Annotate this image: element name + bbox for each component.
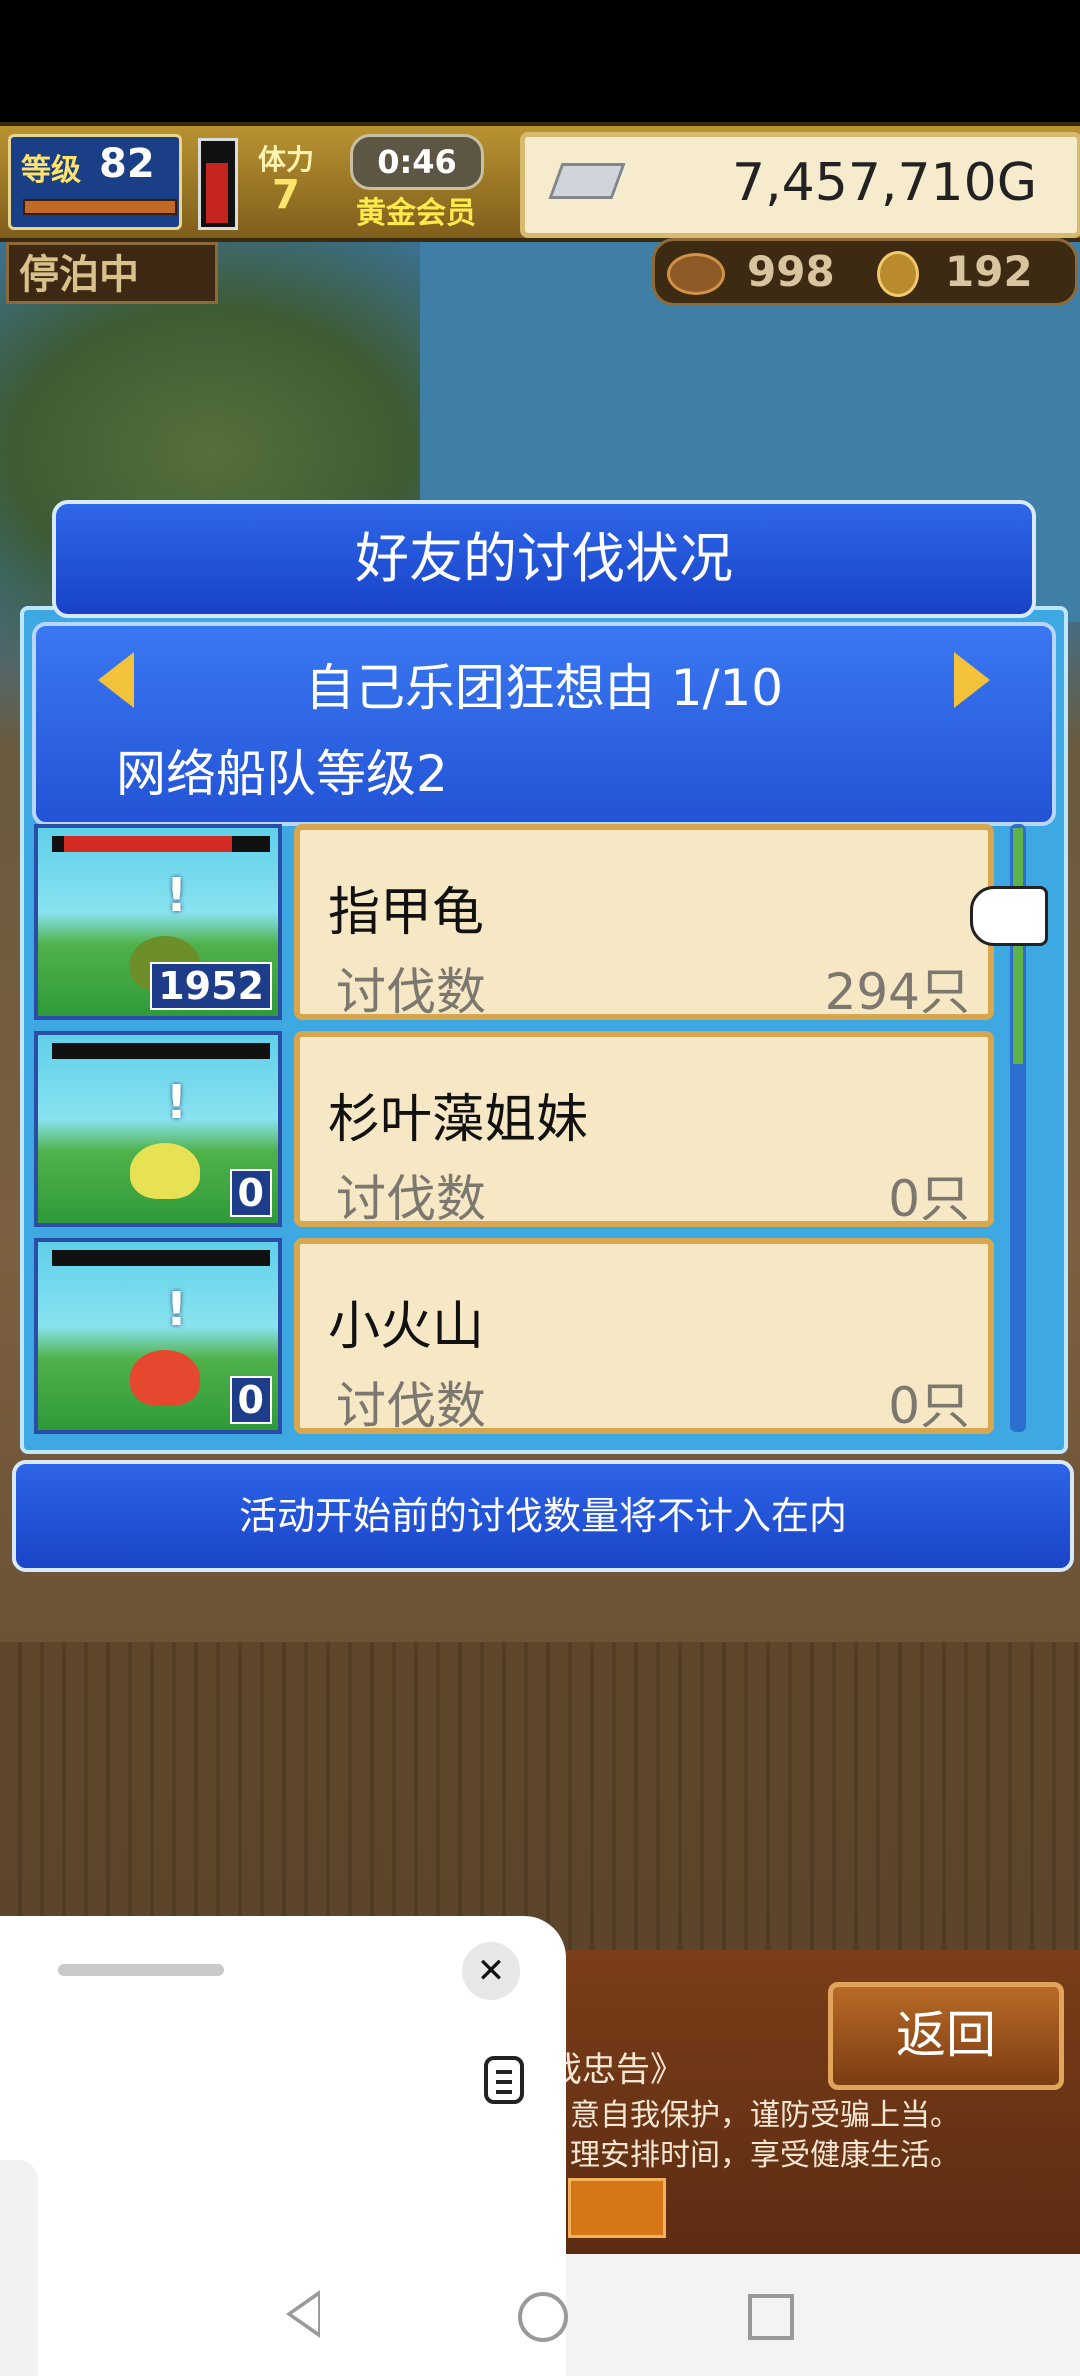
hand-pointer-icon: [970, 886, 1048, 946]
group-header: 自己乐团狂想由 1/10 网络船队等级2: [32, 622, 1056, 826]
advice-line-2: 理安排时间，享受健康生活。: [570, 2138, 960, 2173]
list-item[interactable]: ! 0 小火山 讨伐数 0只: [32, 1238, 1006, 1435]
membership-label: 黄金会员: [356, 196, 476, 231]
alert-icon: !: [166, 868, 187, 922]
kill-count: 0只: [888, 1170, 970, 1228]
bottom-sheet: ✕: [0, 1916, 566, 2376]
hp-bar: [52, 1043, 270, 1059]
advice-line-1: 意自我保护，谨防受骗上当。: [570, 2098, 960, 2133]
back-button[interactable]: 返回: [828, 1982, 1064, 2090]
kill-label: 讨伐数: [336, 963, 486, 1021]
kill-label: 讨伐数: [336, 1170, 486, 1228]
bait-icon: [667, 253, 725, 295]
document-icon[interactable]: [484, 2056, 524, 2104]
status-bar: 等级 82 体力 7 0:46 黄金会员 7,457,710G: [0, 122, 1080, 242]
alert-icon: !: [166, 1075, 187, 1129]
stamina-fill: [206, 163, 228, 223]
home-icon[interactable]: [518, 2292, 568, 2342]
monster-badge: 0: [229, 1169, 272, 1217]
kill-count: 294只: [824, 963, 970, 1021]
level-label: 等级: [21, 153, 81, 188]
silver-ingot-icon: [548, 163, 626, 199]
monster-thumbnail: ! 0: [34, 1031, 282, 1227]
gold-box: 7,457,710G: [520, 132, 1080, 238]
resource-1-value: 998: [747, 247, 835, 296]
dialog-title: 好友的讨伐状况: [355, 527, 733, 590]
gold-amount: 7,457,710G: [732, 153, 1037, 213]
monster-name: 杉叶藻姐妹: [328, 1090, 589, 1150]
list-item[interactable]: ! 1952 指甲龟 讨伐数 294只: [32, 824, 1006, 1021]
recent-apps-icon[interactable]: [748, 2294, 794, 2340]
level-box: 等级 82: [8, 134, 182, 230]
monster-card[interactable]: 杉叶藻姐妹 讨伐数 0只: [294, 1031, 994, 1228]
monster-card[interactable]: 小火山 讨伐数 0只: [294, 1238, 994, 1435]
group-subtitle: 网络船队等级2: [116, 745, 448, 803]
kill-count: 0只: [888, 1377, 970, 1435]
stamina-gauge: [198, 138, 238, 230]
list-item[interactable]: ! 0 杉叶藻姐妹 讨伐数 0只: [32, 1031, 1006, 1228]
monster-badge: 0: [229, 1376, 272, 1424]
close-icon[interactable]: ✕: [462, 1942, 520, 2000]
notice-banner: 活动开始前的讨伐数量将不计入在内: [12, 1460, 1074, 1572]
advice-button[interactable]: [568, 2178, 666, 2238]
back-icon[interactable]: [286, 2290, 320, 2338]
resource-2-value: 192: [945, 247, 1033, 296]
monster-name: 指甲龟: [328, 883, 485, 943]
level-value: 82: [99, 141, 155, 187]
monster-icon: [130, 1143, 200, 1199]
advice-title: 戏忠告》: [548, 2050, 684, 2090]
group-title: 自己乐团狂想由 1/10: [304, 659, 784, 717]
monster-card[interactable]: 指甲龟 讨伐数 294只: [294, 824, 994, 1021]
monster-thumbnail: ! 1952: [34, 824, 282, 1020]
monster-thumbnail: ! 0: [34, 1238, 282, 1434]
anchor-status: 停泊中: [6, 242, 218, 304]
sheet-drag-handle[interactable]: [58, 1964, 224, 1976]
resource-bar: 998 192: [652, 238, 1078, 306]
scrollbar-thumb[interactable]: [1013, 828, 1023, 1064]
stamina-value: 7: [272, 172, 300, 218]
dialog-titlebar: 好友的讨伐状况: [52, 500, 1036, 618]
hp-bar: [52, 836, 270, 852]
side-panel-edge: [0, 2160, 38, 2376]
monster-name: 小火山: [328, 1297, 485, 1357]
navigation-bar: [566, 2254, 1080, 2376]
alert-icon: !: [166, 1282, 187, 1336]
monster-icon: [130, 1350, 200, 1406]
coin-icon: [877, 251, 919, 297]
experience-bar: [23, 199, 177, 215]
monster-badge: 1952: [150, 962, 272, 1010]
kill-label: 讨伐数: [336, 1377, 486, 1435]
hp-bar: [52, 1250, 270, 1266]
timer: 0:46: [350, 134, 484, 190]
